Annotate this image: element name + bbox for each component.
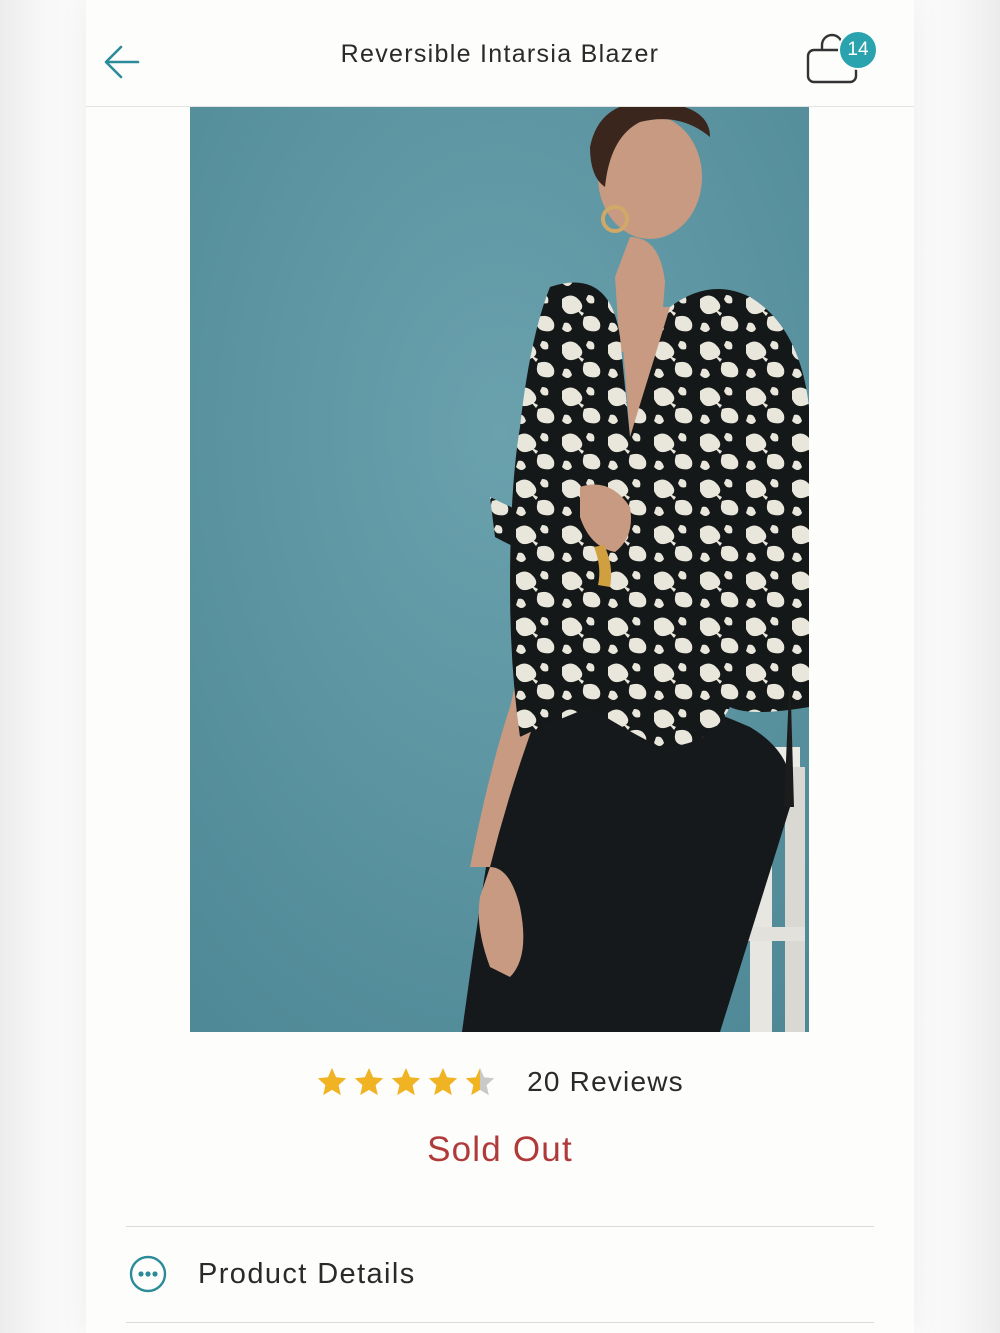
product-details-label[interactable]: Product Details (198, 1258, 416, 1291)
star-icon (354, 1068, 384, 1096)
product-image[interactable] (190, 107, 809, 1032)
rating-summary[interactable]: 20 Reviews (86, 1060, 914, 1104)
more-dots-icon (129, 1255, 167, 1293)
star-icon (465, 1068, 495, 1096)
product-details-toggle[interactable]: Product Details (126, 1228, 874, 1320)
star-icon (317, 1068, 347, 1096)
arrow-left-icon (104, 45, 140, 79)
shopping-bag-button[interactable]: 14 (802, 30, 882, 90)
divider (126, 1226, 874, 1227)
star-icon (428, 1068, 458, 1096)
header-bar: Reversible Intarsia Blazer 14 (86, 0, 914, 107)
star-icon (391, 1068, 421, 1096)
rating-stars (316, 1066, 501, 1098)
back-button[interactable] (100, 40, 144, 84)
app-screen: Reversible Intarsia Blazer 14 20 Reviews… (86, 0, 914, 1333)
cart-count-badge: 14 (838, 30, 878, 70)
reviews-count[interactable]: 20 Reviews (527, 1066, 684, 1098)
product-photo (190, 107, 809, 1032)
stock-status: Sold Out (427, 1130, 573, 1169)
divider (126, 1322, 874, 1323)
page-title: Reversible Intarsia Blazer (340, 40, 660, 68)
